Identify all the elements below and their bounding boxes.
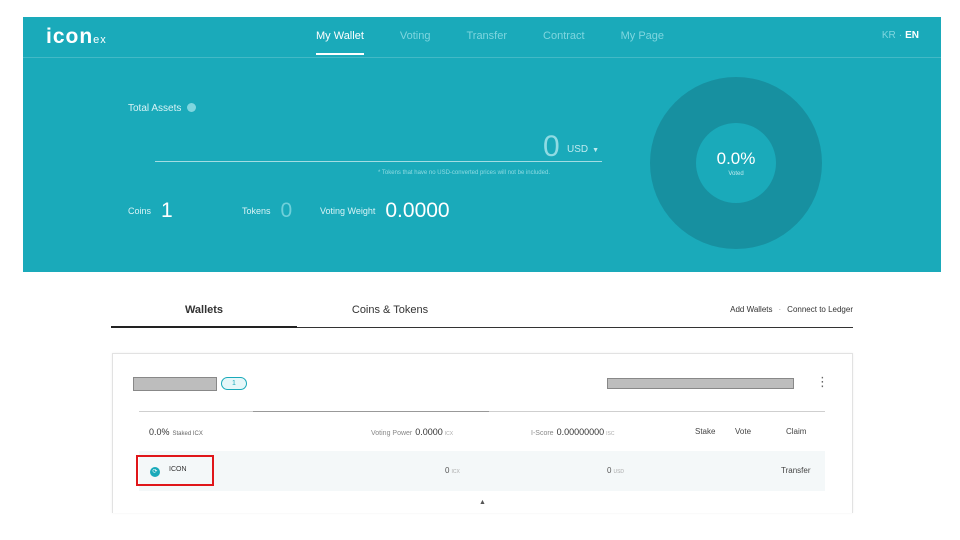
tokens-stat: Tokens 0 xyxy=(242,199,293,222)
staking-row: 0.0% Staked ICX Voting Power 0.0000 ICX I-S… xyxy=(139,412,825,451)
connect-ledger-link[interactable]: Connect to Ledger xyxy=(787,305,853,314)
lang-en[interactable]: EN xyxy=(905,30,919,41)
main-nav: My Wallet Voting Transfer Contract My Pa… xyxy=(316,30,700,55)
hero-panel: iconex My Wallet Voting Transfer Contrac… xyxy=(23,17,941,272)
wallet-name-redacted[interactable] xyxy=(133,377,217,391)
language-switch: KR · EN xyxy=(882,30,919,41)
coins-stat: Coins 1 xyxy=(128,199,173,222)
claim-button[interactable]: Claim xyxy=(786,427,806,436)
tab-actions: Add Wallets · Connect to Ledger xyxy=(730,305,853,314)
lang-separator: · xyxy=(898,30,903,41)
voting-power-value: 0.0000 xyxy=(415,427,443,437)
wallet-coin-count-badge: 1 xyxy=(221,377,247,390)
coin-row-icon[interactable]: ⟳ ICON 0 ICX 0 USD Transfer xyxy=(136,451,825,491)
staked-label: Staked ICX xyxy=(172,431,203,437)
tokens-count: 0 xyxy=(280,199,293,222)
lang-kr[interactable]: KR xyxy=(882,30,896,41)
vote-button[interactable]: Vote xyxy=(735,427,751,436)
info-icon[interactable] xyxy=(187,103,197,112)
voting-power: Voting Power 0.0000 ICX xyxy=(371,427,454,437)
top-nav-bar: iconex My Wallet Voting Transfer Contrac… xyxy=(23,17,941,57)
add-wallets-link[interactable]: Add Wallets xyxy=(730,305,772,314)
i-score-value: 0.00000000 xyxy=(556,427,605,437)
donut-center: 0.0% Voted xyxy=(696,123,776,203)
currency-dropdown[interactable]: USD ▼ xyxy=(567,144,599,155)
coin-usd-value: 0 USD xyxy=(607,466,625,475)
more-options-icon[interactable]: ⋮ xyxy=(816,374,829,390)
wallet-tabs: Wallets Coins & Tokens Add Wallets · Conne… xyxy=(111,295,853,329)
nav-voting[interactable]: Voting xyxy=(400,30,431,42)
stake-button[interactable]: Stake xyxy=(695,427,715,436)
icon-coin-icon: ⟳ xyxy=(150,467,160,477)
nav-divider xyxy=(23,57,941,58)
usd-note: * Tokens that have no USD-converted pric… xyxy=(378,170,550,176)
voting-power-unit: ICX xyxy=(444,431,454,437)
voted-label: Voted xyxy=(728,171,744,177)
total-assets-value: 0 xyxy=(543,130,560,163)
total-assets-label: Total Assets xyxy=(128,103,197,114)
nav-my-wallet[interactable]: My Wallet xyxy=(316,30,364,55)
link-separator: · xyxy=(778,305,782,314)
nav-transfer[interactable]: Transfer xyxy=(466,30,507,42)
collapse-arrow-icon[interactable]: ▲ xyxy=(479,499,486,506)
nav-my-page[interactable]: My Page xyxy=(621,30,664,42)
voting-weight-value: 0.0000 xyxy=(385,199,450,222)
total-underline xyxy=(155,161,602,162)
iconex-logo[interactable]: iconex xyxy=(46,25,107,49)
transfer-button[interactable]: Transfer xyxy=(781,466,811,475)
coin-name: ICON xyxy=(169,466,187,473)
coins-count: 1 xyxy=(161,199,173,222)
tab-wallets[interactable]: Wallets xyxy=(111,295,297,329)
tab-coins-tokens[interactable]: Coins & Tokens xyxy=(297,295,483,329)
staked-percent: 0.0% Staked ICX xyxy=(149,427,203,437)
voted-donut-chart: 0.0% Voted xyxy=(650,77,822,249)
i-score-unit: ISC xyxy=(606,431,615,437)
caret-down-icon: ▼ xyxy=(592,147,600,154)
nav-contract[interactable]: Contract xyxy=(543,30,585,42)
i-score: I-Score 0.00000000 ISC xyxy=(531,427,615,437)
voting-weight-stat: Voting Weight 0.0000 xyxy=(320,199,450,222)
wallet-card: 1 ⋮ 0.0% Staked ICX Voting Power 0.0000 ICX… xyxy=(112,353,853,513)
coin-balance: 0 ICX xyxy=(445,466,460,475)
usd-unit: USD xyxy=(613,469,625,475)
wallet-address-redacted[interactable] xyxy=(607,378,794,389)
voted-percent: 0.0% xyxy=(716,149,756,168)
coin-unit: ICX xyxy=(451,469,460,475)
tab-active-indicator xyxy=(111,326,297,328)
